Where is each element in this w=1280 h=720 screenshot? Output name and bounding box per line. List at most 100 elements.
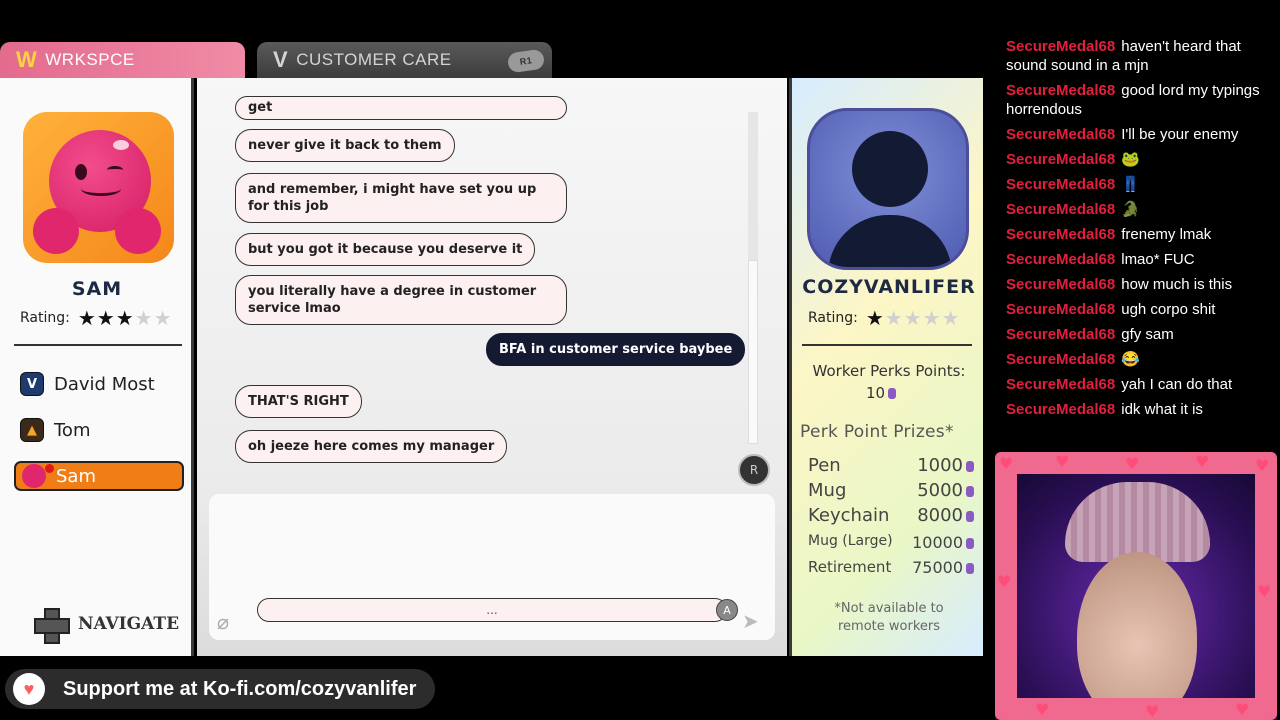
stream-chat-line: SecureMedal68 ugh corpo shit xyxy=(1006,300,1276,319)
star-filled-icon: ★ xyxy=(115,306,135,330)
chat-username[interactable]: SecureMedal68 xyxy=(1006,351,1115,368)
chat-message: never give it back to them xyxy=(235,129,455,162)
stream-chat-line: SecureMedal68 frenemy lmak xyxy=(1006,225,1276,244)
stream-chat: SecureMedal68 haven't heard that sound so… xyxy=(1006,37,1276,425)
heart-icon: ♥ xyxy=(1195,452,1210,471)
stream-chat-line: SecureMedal68 🐸 xyxy=(1006,150,1276,169)
prize-name: Mug (Large) xyxy=(808,533,893,549)
stream-chat-line: SecureMedal68 😂 xyxy=(1006,350,1276,369)
prize-name: Pen xyxy=(808,455,841,476)
chat-text: 👖 xyxy=(1121,176,1140,193)
chat-text: how much is this xyxy=(1121,276,1233,293)
chat-username[interactable]: SecureMedal68 xyxy=(1006,401,1115,418)
contacts-panel: SAM Rating: ★★★★★ V David Most ▲ Tom Sam… xyxy=(0,78,194,656)
unread-dot-icon xyxy=(45,464,54,473)
kofi-cup-icon: ♥ xyxy=(13,673,45,705)
tab-customer-care-label: CUSTOMER CARE xyxy=(296,50,452,69)
chat-username[interactable]: SecureMedal68 xyxy=(1006,201,1115,218)
gem-icon xyxy=(966,538,974,549)
message-input[interactable]: ... xyxy=(257,598,727,622)
prize-cost: 8000 xyxy=(917,505,963,526)
chat-username[interactable]: SecureMedal68 xyxy=(1006,301,1115,318)
avatar-wink xyxy=(107,166,123,174)
prize-row: Retirement 75000 xyxy=(808,558,974,577)
gem-icon xyxy=(966,461,974,472)
send-icon[interactable]: ➤ xyxy=(742,609,768,635)
customer-rating: Rating: ★★★★★ xyxy=(808,306,961,330)
chat-text: 🐊 xyxy=(1121,201,1140,218)
tab-workspace[interactable]: W WRKSPCE xyxy=(0,42,245,78)
chat-text: lmao* FUC xyxy=(1121,251,1195,268)
dpad-icon xyxy=(34,608,70,644)
contact-sam[interactable]: Sam xyxy=(14,461,184,491)
chat-username[interactable]: SecureMedal68 xyxy=(1006,176,1115,193)
chat-text: ugh corpo shit xyxy=(1121,301,1216,318)
message-text: never give it back to them xyxy=(248,138,442,153)
star-filled-icon: ★ xyxy=(865,306,885,330)
chat-text: yah I can do that xyxy=(1121,376,1233,393)
chat-username[interactable]: SecureMedal68 xyxy=(1006,251,1115,268)
star-filled-icon: ★ xyxy=(96,306,116,330)
prize-row: Mug 5000 xyxy=(808,480,974,501)
paperclip-icon[interactable]: ⌀ xyxy=(217,610,241,634)
message-text: get xyxy=(248,100,273,115)
user-avatar-icon xyxy=(807,108,969,270)
chat-panel: get never give it back to them and remem… xyxy=(197,78,787,656)
stream-chat-line: SecureMedal68 👖 xyxy=(1006,175,1276,194)
kofi-banner[interactable]: ♥ Support me at Ko-fi.com/cozyvanlifer xyxy=(5,669,435,709)
message-text: and remember, i might have set you up fo… xyxy=(248,182,537,214)
chat-username[interactable]: SecureMedal68 xyxy=(1006,126,1115,143)
chat-text: frenemy lmak xyxy=(1121,226,1212,243)
chat-username[interactable]: SecureMedal68 xyxy=(1006,326,1115,343)
heart-icon: ♥ xyxy=(1255,456,1270,475)
chat-message: you literally have a degree in customer … xyxy=(235,275,567,325)
chat-username[interactable]: SecureMedal68 xyxy=(1006,226,1115,243)
r1-shortcut-icon: R1 xyxy=(506,48,546,74)
message-text: oh jeeze here comes my manager xyxy=(248,439,495,454)
chat-username[interactable]: SecureMedal68 xyxy=(1006,151,1115,168)
stream-chat-line: SecureMedal68 how much is this xyxy=(1006,275,1276,294)
prizes-title: Perk Point Prizes* xyxy=(800,422,954,442)
chat-username[interactable]: SecureMedal68 xyxy=(1006,82,1115,99)
tab-customer-care[interactable]: V CUSTOMER CARE R1 xyxy=(257,42,552,78)
heart-icon: ♥ xyxy=(1035,700,1050,719)
stream-chat-line: SecureMedal68 idk what it is xyxy=(1006,400,1276,419)
gem-icon xyxy=(966,511,974,522)
avatar-hand-right xyxy=(115,208,161,254)
stream-chat-line: SecureMedal68 yah I can do that xyxy=(1006,375,1276,394)
prize-name: Retirement xyxy=(808,558,892,576)
chat-message: but you got it because you deserve it xyxy=(235,233,536,266)
heart-icon: ♥ xyxy=(1125,454,1140,473)
gem-icon xyxy=(966,563,974,574)
chat-username[interactable]: SecureMedal68 xyxy=(1006,376,1115,393)
rating-stars: ★★★★★ xyxy=(78,306,173,330)
star-empty-icon: ★ xyxy=(153,306,173,330)
rating-label: Rating: xyxy=(20,310,70,326)
heart-icon: ♥ xyxy=(1145,702,1160,720)
avatar-hand-left xyxy=(33,208,79,254)
chat-username[interactable]: SecureMedal68 xyxy=(1006,38,1115,55)
chat-message: and remember, i might have set you up fo… xyxy=(235,173,567,223)
chat-scroll-thumb[interactable] xyxy=(748,260,758,444)
navigate-hint: NAVIGATE xyxy=(34,608,180,644)
chat-text: I'll be your enemy xyxy=(1121,126,1239,143)
contact-tom[interactable]: ▲ Tom xyxy=(14,415,184,445)
a-button-icon[interactable]: A xyxy=(716,599,738,621)
heart-icon: ♥ xyxy=(1235,700,1250,719)
pink-blob-icon xyxy=(22,464,46,488)
gem-icon xyxy=(888,388,897,399)
contact-david-most[interactable]: V David Most xyxy=(14,369,184,399)
navigate-label: NAVIGATE xyxy=(78,614,180,634)
customer-name: COZYVANLIFER xyxy=(802,276,976,298)
chat-username[interactable]: SecureMedal68 xyxy=(1006,276,1115,293)
webcam-overlay: ♥ ♥ ♥ ♥ ♥ ♥ ♥ ♥ ♥ ♥ xyxy=(995,452,1277,720)
avatar-shine xyxy=(113,140,129,150)
avatar-body xyxy=(828,215,952,267)
message-text: BFA in customer service baybee xyxy=(499,342,733,357)
prize-cost: 10000 xyxy=(912,533,963,552)
tab-workspace-label: WRKSPCE xyxy=(45,50,135,69)
stream-chat-line: SecureMedal68 gfy sam xyxy=(1006,325,1276,344)
r-button-icon[interactable]: R xyxy=(738,454,770,486)
prize-cost: 75000 xyxy=(912,558,963,577)
kofi-text: Support me at Ko-fi.com/cozyvanlifer xyxy=(63,677,417,700)
